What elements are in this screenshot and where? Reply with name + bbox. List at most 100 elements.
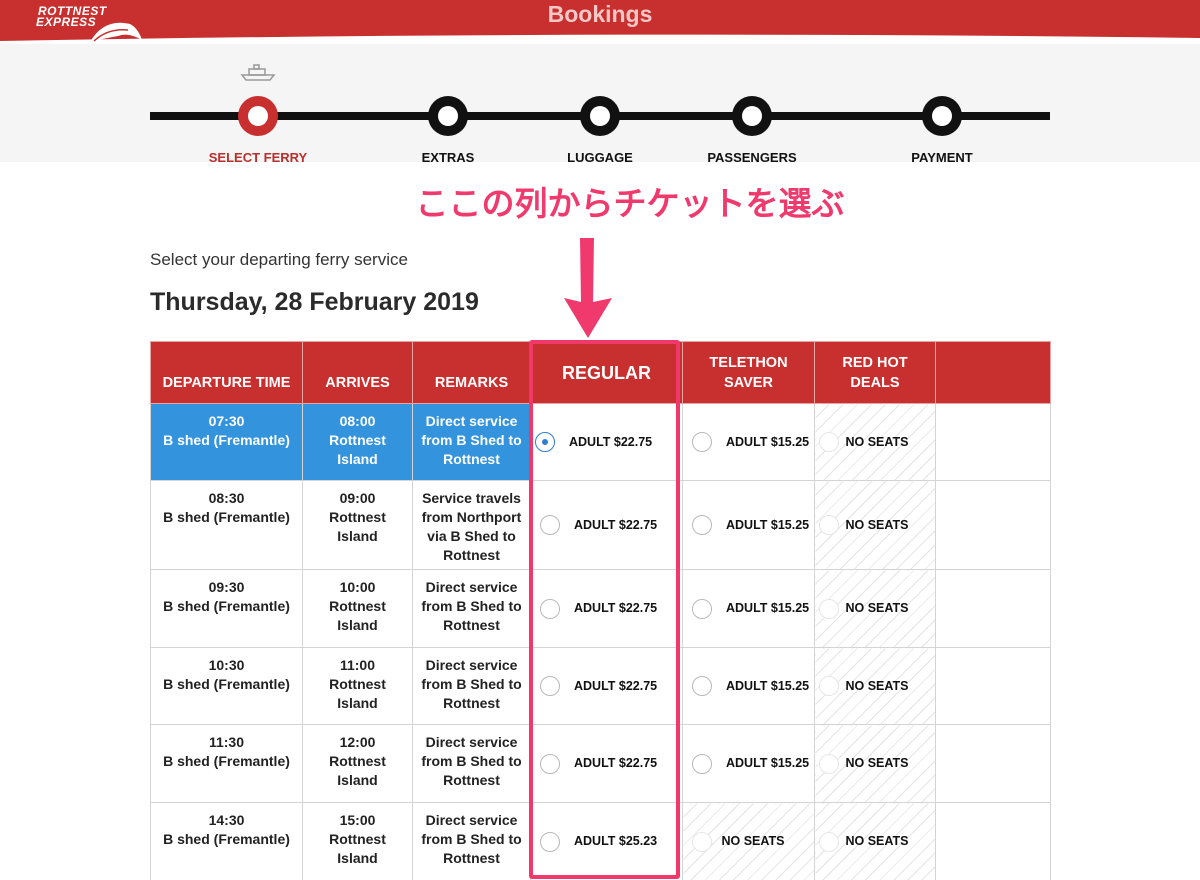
telethon-fare-radio[interactable] bbox=[692, 753, 712, 774]
remark-line: from B Shed to bbox=[421, 432, 522, 448]
telethon-fare-radio[interactable] bbox=[692, 515, 712, 535]
regular-fare-price: ADULT $22.75 bbox=[574, 678, 658, 693]
no-seats-label: NO SEATS bbox=[845, 434, 909, 449]
redhot-fare-cell: NO SEATS bbox=[814, 802, 936, 880]
regular-fare-cell[interactable]: ADULT $22.75 bbox=[530, 724, 683, 803]
regular-fare-radio[interactable] bbox=[540, 598, 560, 619]
regular-fare-radio[interactable] bbox=[535, 432, 555, 452]
telethon-fare-cell[interactable]: ADULT $15.25 bbox=[682, 569, 815, 648]
step-label: EXTRAS bbox=[421, 150, 475, 165]
empty-cell bbox=[935, 569, 1051, 648]
telethon-fare-cell[interactable]: ADULT $15.25 bbox=[682, 647, 815, 725]
table-row[interactable]: 08:30 B shed (Fremantle) 09:00 Rottnest Isl… bbox=[150, 480, 1051, 570]
telethon-fare-radio[interactable] bbox=[692, 598, 712, 619]
telethon-fare-radio bbox=[692, 831, 712, 852]
remarks-cell: Direct service from B Shed to Rottnest bbox=[412, 569, 531, 648]
table-row[interactable]: 10:30 B shed (Fremantle) 11:00 Rottnest Isl… bbox=[150, 647, 1051, 725]
regular-fare-cell[interactable]: ADULT $22.75 bbox=[530, 403, 683, 481]
header-label: REGULAR bbox=[562, 362, 651, 383]
remark-line: Rottnest bbox=[443, 850, 500, 866]
travel-date: Thursday, 28 February 2019 bbox=[150, 288, 479, 316]
remarks-cell: Direct service from B Shed to Rottnest bbox=[412, 802, 531, 880]
arrival-time: 15:00 bbox=[339, 812, 376, 828]
empty-cell bbox=[935, 802, 1051, 880]
arrival-place: Island bbox=[337, 695, 378, 711]
telethon-fare-cell[interactable]: ADULT $15.25 bbox=[682, 724, 815, 803]
header-regular: REGULAR bbox=[530, 341, 683, 404]
step-passengers[interactable]: PASSENGERS bbox=[672, 96, 832, 165]
arrival-cell: 11:00 Rottnest Island bbox=[302, 647, 413, 725]
regular-fare-radio[interactable] bbox=[540, 753, 560, 774]
arrival-time: 12:00 bbox=[339, 734, 376, 750]
step-label: SELECT FERRY bbox=[208, 150, 308, 165]
regular-fare-price: ADULT $22.75 bbox=[574, 601, 658, 615]
departure-cell: 07:30 B shed (Fremantle) bbox=[150, 403, 303, 481]
remark-line: Direct service bbox=[425, 413, 518, 429]
telethon-fare-radio[interactable] bbox=[692, 432, 712, 452]
telethon-fare-price: ADULT $15.25 bbox=[726, 678, 810, 693]
arrival-place: Island bbox=[337, 528, 378, 544]
step-extras[interactable]: EXTRAS bbox=[368, 96, 528, 165]
telethon-fare-cell[interactable]: ADULT $15.25 bbox=[682, 480, 815, 570]
telethon-fare-cell[interactable]: ADULT $15.25 bbox=[682, 403, 815, 481]
regular-fare-cell[interactable]: ADULT $22.75 bbox=[530, 647, 683, 725]
arrival-place: Rottnest bbox=[329, 831, 386, 847]
table-row[interactable]: 14:30 B shed (Fremantle) 15:00 Rottnest Isl… bbox=[150, 802, 1051, 880]
departure-cell: 08:30 B shed (Fremantle) bbox=[150, 480, 303, 570]
table-row[interactable]: 09:30 B shed (Fremantle) 10:00 Rottnest Isl… bbox=[150, 569, 1051, 648]
arrival-cell: 12:00 Rottnest Island bbox=[302, 724, 413, 803]
regular-fare-cell[interactable]: ADULT $22.75 bbox=[530, 480, 683, 570]
arrival-time: 11:00 bbox=[339, 657, 376, 673]
annotation-arrow-icon bbox=[564, 238, 612, 338]
remark-line: Rottnest bbox=[443, 617, 500, 633]
redhot-fare-cell: NO SEATS bbox=[814, 403, 936, 481]
regular-fare-cell[interactable]: ADULT $25.23 bbox=[530, 802, 683, 880]
arrival-place: Rottnest bbox=[329, 598, 386, 614]
step-luggage[interactable]: LUGGAGE bbox=[520, 96, 680, 165]
header-remarks: REMARKS bbox=[412, 341, 531, 404]
departure-time: 07:30 bbox=[208, 413, 245, 429]
no-seats-label: NO SEATS bbox=[845, 756, 909, 770]
no-seats-label: NO SEATS bbox=[721, 834, 785, 848]
remark-line: Direct service bbox=[425, 812, 518, 828]
telethon-fare-radio[interactable] bbox=[692, 676, 712, 696]
step-select-ferry[interactable]: SELECT FERRY bbox=[178, 96, 338, 165]
departure-time: 08:30 bbox=[208, 490, 245, 506]
regular-fare-price: ADULT $22.75 bbox=[574, 756, 658, 770]
departure-time: 09:30 bbox=[208, 579, 245, 595]
header-label: ARRIVES bbox=[325, 375, 390, 391]
header-label: DEPARTURE TIME bbox=[162, 375, 291, 391]
remark-line: Rottnest bbox=[443, 772, 500, 788]
departure-time: 11:30 bbox=[208, 734, 245, 750]
header-label-line-1: RED HOT bbox=[842, 354, 908, 371]
step-payment[interactable]: PAYMENT bbox=[862, 96, 1022, 165]
remark-line: Rottnest bbox=[443, 695, 500, 711]
no-seats-label: NO SEATS bbox=[845, 517, 909, 532]
step-marker bbox=[238, 96, 278, 136]
regular-fare-radio[interactable] bbox=[540, 831, 560, 852]
redhot-fare-radio bbox=[819, 432, 839, 452]
telethon-fare-cell: NO SEATS bbox=[682, 802, 815, 880]
table-row[interactable]: 07:30 B shed (Fremantle) 08:00 Rottnest Isl… bbox=[150, 403, 1051, 481]
no-seats-label: NO SEATS bbox=[845, 601, 909, 615]
remark-line: from B Shed to bbox=[421, 676, 522, 692]
arrival-place: Rottnest bbox=[329, 432, 386, 448]
arrival-place: Island bbox=[337, 850, 378, 866]
arrival-cell: 10:00 Rottnest Island bbox=[302, 569, 413, 648]
regular-fare-price: ADULT $22.75 bbox=[569, 434, 653, 449]
header-arrives: ARRIVES bbox=[302, 341, 413, 404]
regular-fare-cell[interactable]: ADULT $22.75 bbox=[530, 569, 683, 648]
arrival-place: Rottnest bbox=[329, 676, 386, 692]
empty-cell bbox=[935, 647, 1051, 725]
telethon-fare-price: ADULT $15.25 bbox=[726, 517, 810, 532]
header-label-line-2: DEALS bbox=[850, 374, 900, 391]
remarks-cell: Service travels from Northport via B Shed … bbox=[412, 480, 531, 570]
remarks-cell: Direct service from B Shed to Rottnest bbox=[412, 403, 531, 481]
table-row[interactable]: 11:30 B shed (Fremantle) 12:00 Rottnest Isl… bbox=[150, 724, 1051, 803]
regular-fare-radio[interactable] bbox=[540, 515, 560, 535]
remark-line: via B Shed to bbox=[427, 528, 516, 544]
regular-fare-radio[interactable] bbox=[540, 676, 560, 696]
header-telethon-saver: TELETHON SAVER bbox=[682, 341, 815, 404]
remark-line: Service travels bbox=[422, 490, 521, 506]
redhot-fare-cell: NO SEATS bbox=[814, 724, 936, 803]
